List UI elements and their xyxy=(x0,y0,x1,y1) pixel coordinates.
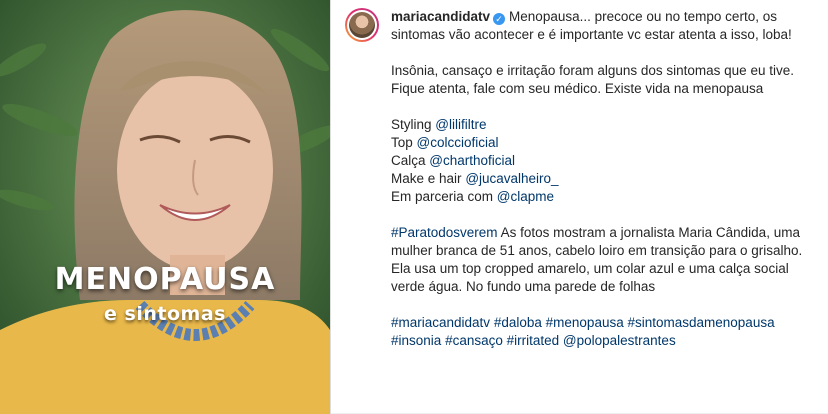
mention-link[interactable]: @lilifiltre xyxy=(435,117,486,132)
username-link[interactable]: mariacandidatv xyxy=(391,9,490,24)
credit-label: Em parceria com xyxy=(391,189,494,204)
hashtag-link[interactable]: #sintomasdamenopausa xyxy=(627,315,774,330)
avatar-inner xyxy=(347,10,377,40)
credit-label: Top xyxy=(391,135,413,150)
avatar[interactable] xyxy=(345,8,379,42)
credit-line: Top @colccioficial xyxy=(391,134,811,152)
overlay-subtitle: e sintomas xyxy=(104,303,226,325)
caption-paragraph-2: Insônia, cansaço e irritação foram algun… xyxy=(391,63,794,96)
credit-label: Styling xyxy=(391,117,432,132)
accessibility-description: #Paratodosverem As fotos mostram a jorna… xyxy=(391,224,811,296)
hashtag-link[interactable]: #mariacandidatv xyxy=(391,315,490,330)
post-photo[interactable]: MENOPAUSA e sintomas xyxy=(0,0,330,414)
overlay-title: MENOPAUSA xyxy=(54,262,276,297)
hashtag-link[interactable]: #cansaço xyxy=(445,333,503,348)
hashtag-link[interactable]: #Paratodosverem xyxy=(391,225,498,240)
hashtag-link[interactable]: #irritated xyxy=(507,333,560,348)
credit-line: Calça @charthoficial xyxy=(391,152,811,170)
credit-line: Make e hair @jucavalheiro_ xyxy=(391,170,811,188)
mention-link[interactable]: @charthoficial xyxy=(429,153,515,168)
credit-label: Make e hair xyxy=(391,171,462,186)
credit-line: Em parceria com @clapme xyxy=(391,188,811,206)
photo-illustration xyxy=(0,0,330,414)
verified-badge-icon: ✓ xyxy=(493,13,506,25)
hashtag-link[interactable]: #menopausa xyxy=(546,315,624,330)
caption-body: mariacandidatv ✓ Menopausa... precoce ou n… xyxy=(391,8,811,368)
hashtag-link[interactable]: #insonia xyxy=(391,333,441,348)
mention-link[interactable]: @jucavalheiro_ xyxy=(465,171,558,186)
hashtags: #mariacandidatv #daloba #menopausa #sint… xyxy=(391,314,811,350)
avatar-image xyxy=(349,12,375,38)
credit-label: Calça xyxy=(391,153,426,168)
hashtag-link[interactable]: #daloba xyxy=(494,315,542,330)
mention-link[interactable]: @colccioficial xyxy=(417,135,499,150)
post-caption: mariacandidatv ✓ Menopausa... precoce ou n… xyxy=(345,8,815,368)
credits: Styling @lilifiltre Top @colccioficial C… xyxy=(391,116,811,206)
mention-link[interactable]: @clapme xyxy=(497,189,554,204)
mention-link[interactable]: @polopalestrantes xyxy=(563,333,676,348)
credit-line: Styling @lilifiltre xyxy=(391,116,811,134)
screenshot: MENOPAUSA e sintomas mariacandidatv ✓ Meno… xyxy=(0,0,828,414)
caption-panel: mariacandidatv ✓ Menopausa... precoce ou n… xyxy=(331,0,828,414)
caption-paragraph-1: mariacandidatv ✓ Menopausa... precoce ou n… xyxy=(391,8,811,44)
